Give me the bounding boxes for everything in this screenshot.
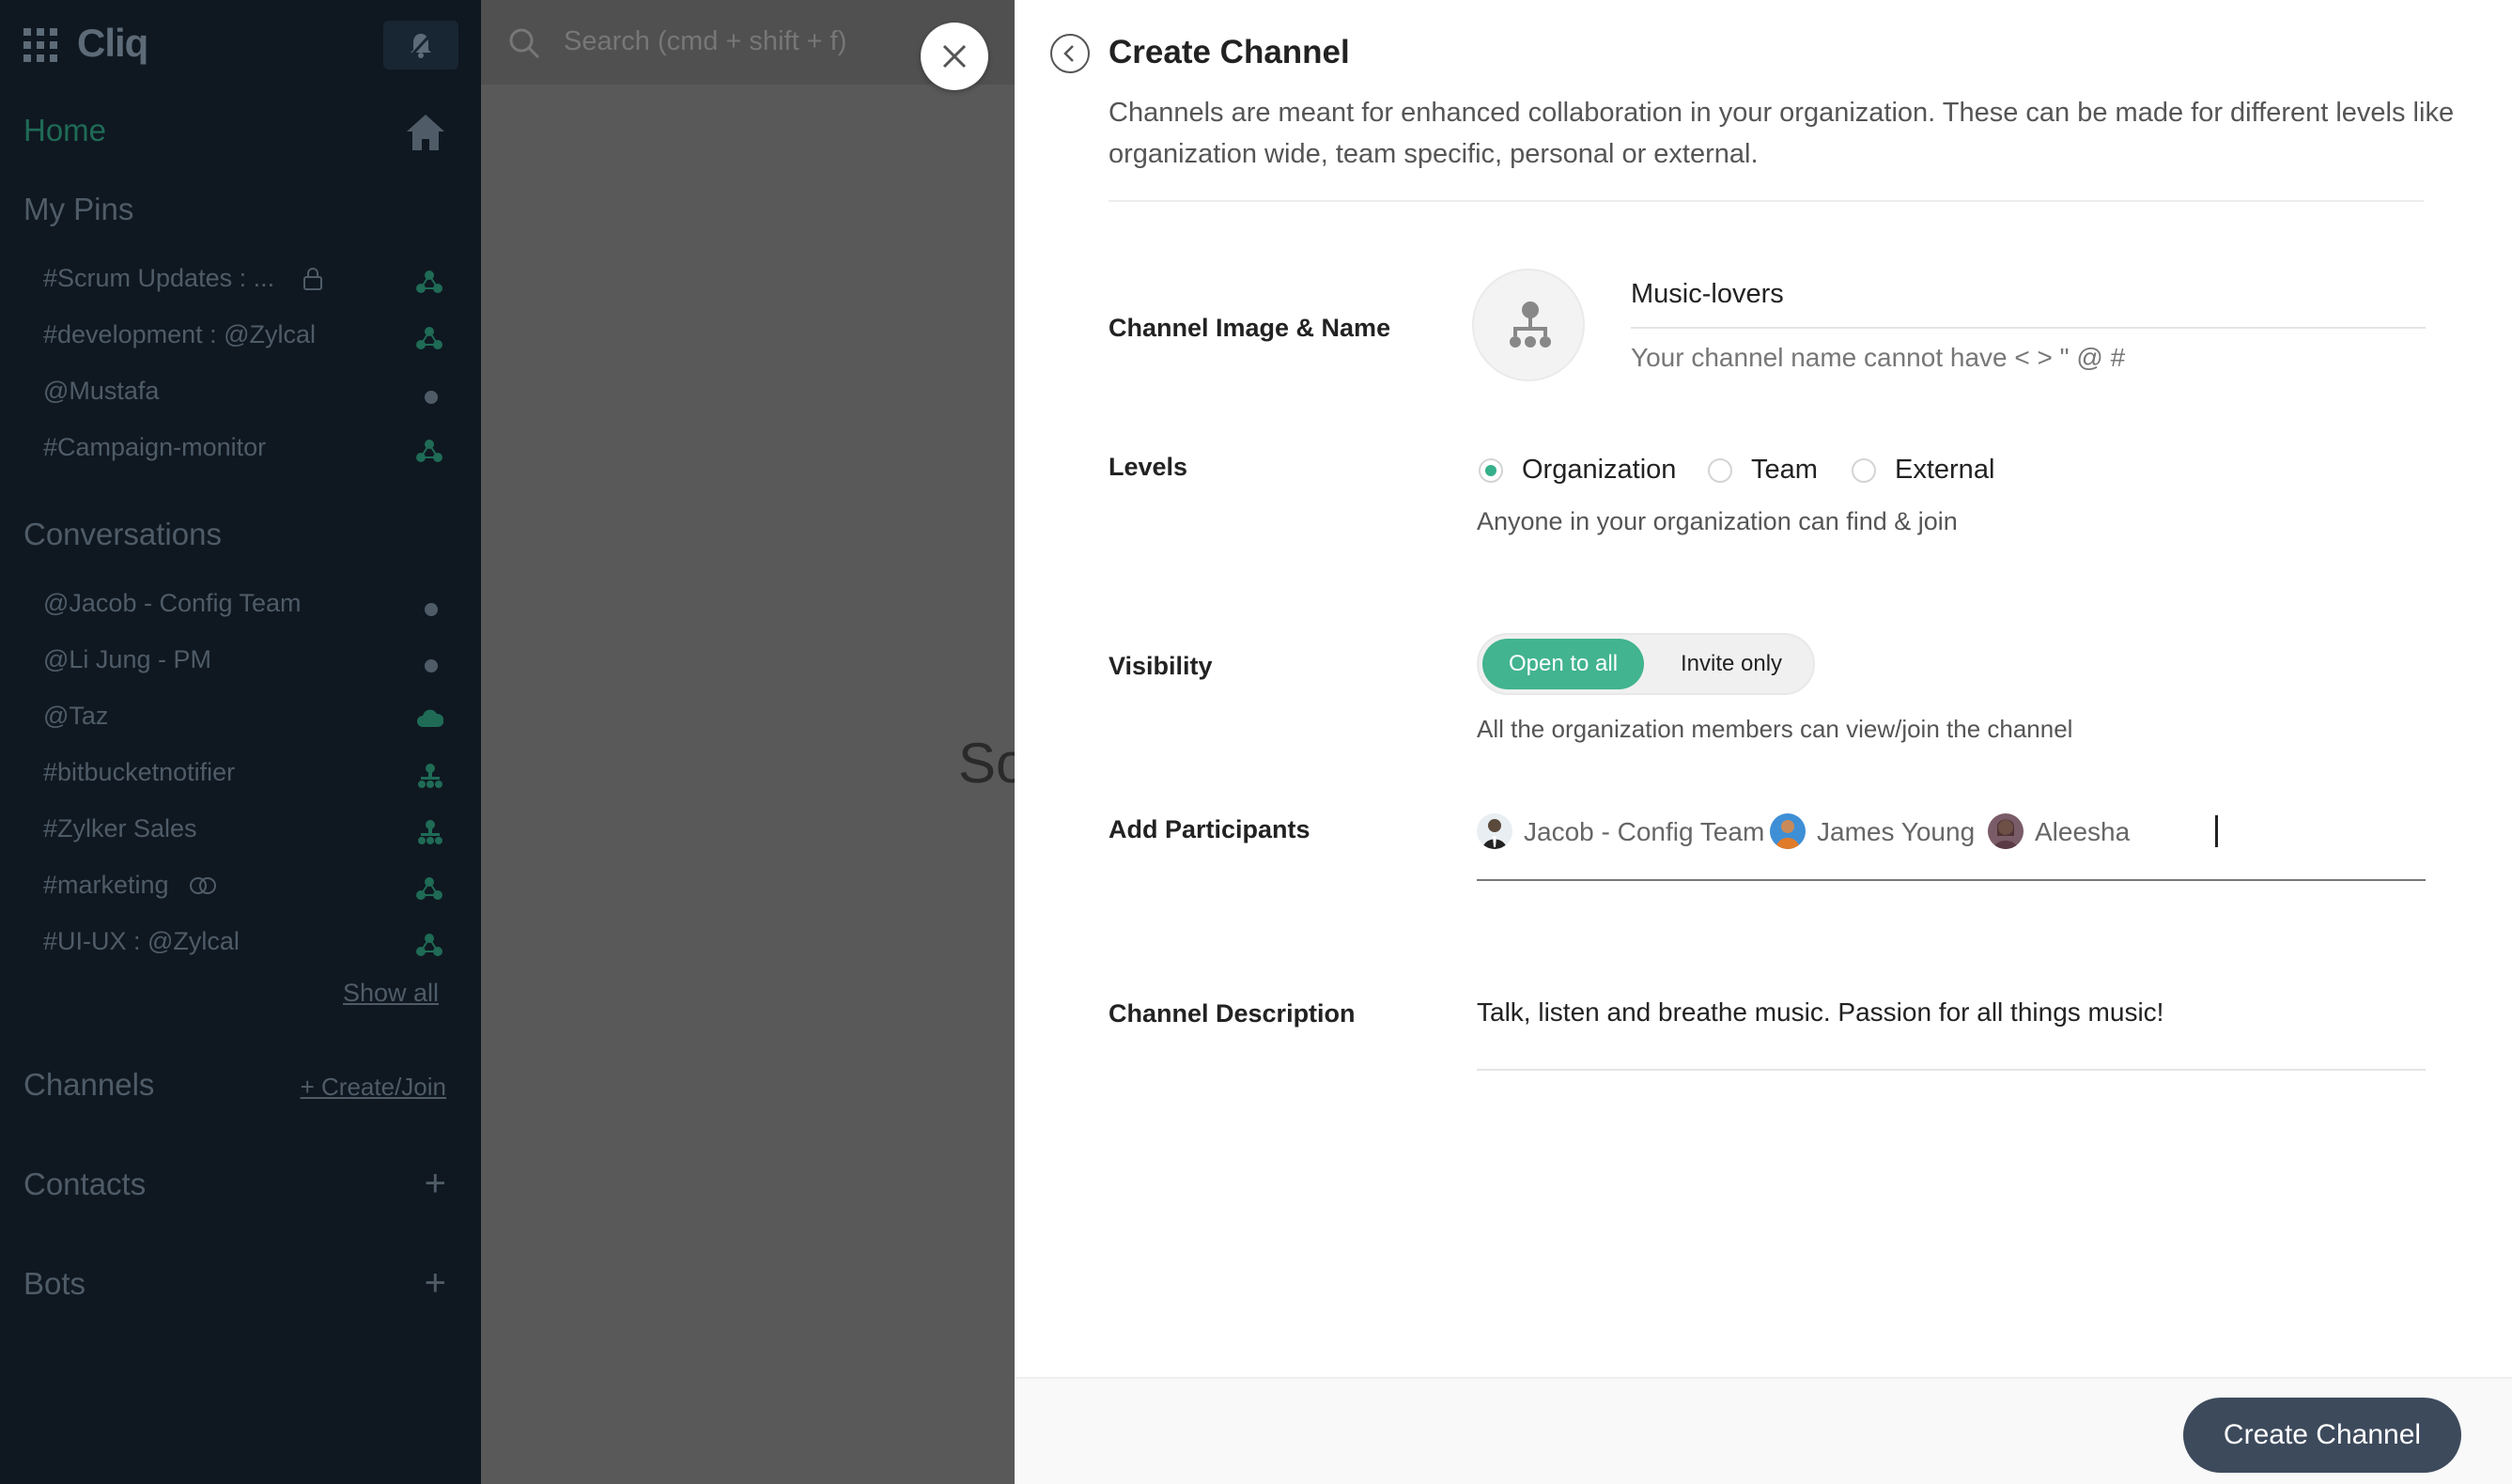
levels-label: Levels	[1109, 453, 1188, 481]
channel-description-label: Channel Description	[1109, 999, 1356, 1028]
channel-team-icon	[417, 819, 443, 852]
panel-description: Channels are meant for enhanced collabor…	[1109, 98, 2455, 169]
search-icon	[509, 28, 540, 59]
notifications-muted-button[interactable]	[383, 21, 458, 70]
channel-description-underline	[1477, 1069, 2426, 1071]
conversation-item-li-jung[interactable]: @Li Jung - PM	[43, 644, 443, 682]
avatar	[1770, 813, 1806, 849]
chevron-left-icon	[1063, 45, 1074, 62]
app-logo: Cliq	[77, 21, 148, 65]
contacts-heading: Contacts	[23, 1167, 147, 1201]
channel-org-icon	[415, 325, 443, 358]
back-button[interactable]	[1050, 34, 1090, 73]
add-contact-plus-icon[interactable]: +	[425, 1163, 446, 1205]
bell-off-icon	[409, 32, 433, 58]
participants-underline	[1477, 879, 2426, 881]
visibility-label: Visibility	[1109, 652, 1213, 680]
show-all-link[interactable]: Show all	[343, 979, 439, 1008]
conversation-item-jacob[interactable]: @Jacob - Config Team	[43, 588, 443, 626]
channel-org-icon	[415, 875, 443, 908]
levels-hint: Anyone in your organization can find & j…	[1477, 507, 1958, 535]
panel-footer: Create Channel	[1015, 1377, 2512, 1484]
lock-icon	[302, 267, 322, 290]
radio-unselected-icon	[1852, 458, 1876, 483]
bots-heading: Bots	[23, 1266, 86, 1301]
contacts-section: Contacts +	[23, 1163, 446, 1208]
channel-org-icon	[415, 932, 443, 965]
pin-item-mustafa[interactable]: @Mustafa	[43, 376, 443, 413]
text-cursor	[2215, 815, 2218, 847]
conversations-heading: Conversations	[23, 517, 222, 551]
visibility-hint: All the organization members can view/jo…	[1477, 715, 2073, 743]
channel-name-underline	[1631, 327, 2426, 329]
channel-name-input[interactable]: Music-lovers	[1631, 279, 1784, 310]
visibility-toggle: Open to all Invite only	[1477, 633, 1815, 695]
radio-unselected-icon	[1708, 458, 1732, 483]
channel-description-input[interactable]: Talk, listen and breathe music. Passion …	[1477, 997, 2163, 1028]
sidebar: Cliq Home My Pins #Scrum Updates : ... #…	[0, 0, 481, 1484]
channel-name-hint: Your channel name cannot have < > " @ #	[1631, 343, 2126, 372]
avatar	[1477, 813, 1512, 849]
conversation-item-marketing[interactable]: #marketing	[43, 870, 443, 907]
shared-link-icon	[190, 876, 217, 894]
conversation-item-zylker-sales[interactable]: #Zylker Sales	[43, 813, 443, 851]
status-dot	[425, 381, 438, 410]
search-placeholder: Search (cmd + shift + f)	[564, 26, 847, 56]
pins-heading: My Pins	[23, 192, 134, 226]
visibility-open-to-all[interactable]: Open to all	[1482, 639, 1644, 689]
pin-item-development[interactable]: #development : @Zylcal	[43, 319, 443, 357]
channels-heading: Channels	[23, 1067, 155, 1102]
close-panel-button[interactable]	[921, 23, 988, 90]
avatar	[1988, 813, 2024, 849]
channel-image-name-label: Channel Image & Name	[1109, 314, 1391, 342]
sidebar-home[interactable]: Home	[23, 113, 446, 154]
cloud-icon	[417, 706, 444, 735]
org-structure-icon	[1510, 301, 1551, 348]
conversation-item-taz[interactable]: @Taz	[43, 701, 444, 738]
channel-team-icon	[417, 763, 443, 796]
sidebar-header: Cliq	[0, 0, 481, 88]
create-channel-button[interactable]: Create Channel	[2183, 1398, 2461, 1473]
visibility-invite-only[interactable]: Invite only	[1653, 639, 1809, 689]
bots-section: Bots +	[23, 1262, 446, 1307]
app-grid-icon[interactable]	[23, 28, 57, 62]
home-label: Home	[23, 113, 107, 147]
add-bot-plus-icon[interactable]: +	[425, 1262, 446, 1305]
close-icon	[942, 44, 967, 69]
channel-image-picker[interactable]	[1472, 269, 1585, 381]
create-channel-panel: Create Channel Channels are meant for en…	[1015, 0, 2512, 1484]
main-content-overlay: Search (cmd + shift + f) So	[481, 0, 1027, 1484]
panel-title: Create Channel	[1109, 34, 1350, 70]
add-participants-label: Add Participants	[1109, 815, 1310, 843]
radio-selected-icon	[1479, 458, 1503, 483]
conversation-item-bitbucketnotifier[interactable]: #bitbucketnotifier	[43, 757, 443, 795]
pin-item-scrum-updates[interactable]: #Scrum Updates : ...	[43, 263, 443, 301]
create-join-link[interactable]: + Create/Join	[301, 1073, 446, 1102]
status-dot	[425, 594, 438, 623]
channels-section: Channels + Create/Join	[23, 1067, 446, 1108]
status-dot	[425, 650, 438, 679]
pin-item-campaign-monitor[interactable]: #Campaign-monitor	[43, 432, 443, 470]
channel-org-icon	[415, 269, 443, 301]
channel-org-icon	[415, 438, 443, 471]
header-divider	[1109, 200, 2424, 202]
home-icon	[407, 115, 444, 150]
conversation-item-ui-ux[interactable]: #UI-UX : @Zylcal	[43, 926, 443, 964]
